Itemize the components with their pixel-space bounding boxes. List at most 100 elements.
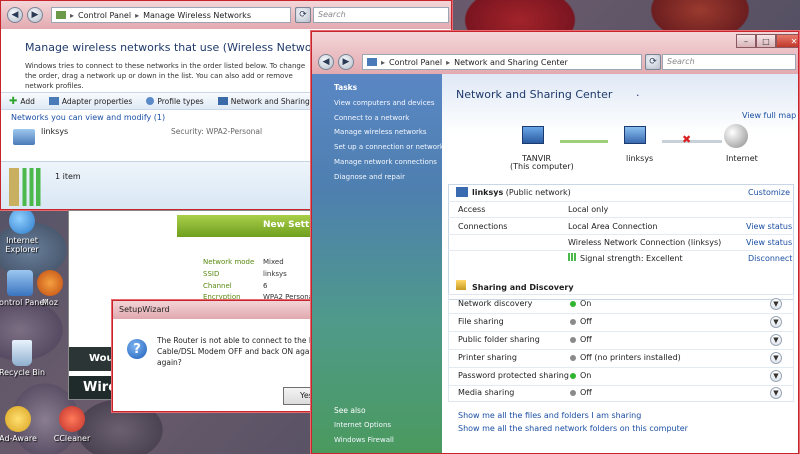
expand-public-folder-button[interactable]: ▼ [770,334,782,346]
view-status-link[interactable]: View status [746,238,792,247]
network-header-name: linksys [472,188,504,197]
disconnect-link[interactable]: Disconnect [748,254,792,263]
status-off-icon [570,354,576,361]
refresh-icon: ⟳ [649,57,657,67]
task-manage-connections[interactable]: Manage network connections [334,158,437,166]
dialog-title: SetupWizard [113,301,315,319]
back-button[interactable]: ◀ [7,7,23,23]
add-button[interactable]: ✚ Add [9,96,35,107]
network-small-icon [456,187,468,197]
dialog-message-line: Cable/DSL Modem OFF and back ON again. D… [157,347,316,356]
router-value: 6 [263,282,268,290]
sharing-label: Public folder sharing [458,335,540,344]
add-label: Add [20,96,35,106]
sharing-header: Sharing and Discovery [472,283,574,292]
chevron-down-icon: ▼ [773,389,779,397]
divider [448,250,794,251]
dialog-message: The Router is not able to connect to the… [157,335,316,368]
status-off-icon [570,389,576,396]
forward-button[interactable]: ▶ [27,7,43,23]
maximize-button[interactable]: □ [756,34,776,48]
divider [448,385,794,386]
refresh-button[interactable]: ⟳ [645,54,661,70]
close-button[interactable]: ✕ [776,34,798,48]
expand-media-sharing-button[interactable]: ▼ [770,387,782,399]
computer-icon [522,126,544,144]
chevron-down-icon: ▼ [773,300,779,308]
expand-network-discovery-button[interactable]: ▼ [770,298,782,310]
back-button[interactable]: ◀ [318,54,334,70]
desktop-icon-recycle-bin[interactable]: Recycle Bin [0,340,50,377]
refresh-icon: ⟳ [299,10,307,20]
ad-aware-icon [5,406,31,432]
refresh-button[interactable]: ⟳ [295,7,311,23]
expand-password-sharing-button[interactable]: ▼ [770,370,782,382]
forward-arrow-icon: ▶ [31,10,39,20]
task-manage-wireless[interactable]: Manage wireless networks [334,128,427,136]
task-view-computers[interactable]: View computers and devices [334,99,435,107]
desktop-icon-moz[interactable]: Moz [30,270,70,307]
see-also-windows-firewall[interactable]: Windows Firewall [334,436,394,444]
page-description: Windows tries to connect to these networ… [25,62,306,90]
desktop-icon-label: Ad-Aware [0,434,37,443]
status-off-icon [570,318,576,325]
show-shared-folders-link[interactable]: Show me all the shared network folders o… [458,424,688,433]
internet-globe-icon [724,124,748,148]
forward-button[interactable]: ▶ [338,54,354,70]
address-bar[interactable]: ▸ Control Panel ▸ Network and Sharing Ce… [362,54,642,70]
view-full-map-link[interactable]: View full map [742,111,796,120]
breadcrumb-network-sharing-center[interactable]: Network and Sharing Center [454,58,568,67]
sharing-label: Printer sharing [458,353,517,362]
window-controls: – □ ✕ [736,34,798,48]
task-connect-network[interactable]: Connect to a network [334,114,409,122]
breadcrumb-separator: ▸ [446,57,451,67]
desktop-icon-label: Recycle Bin [0,368,46,377]
breadcrumb-manage-wireless[interactable]: Manage Wireless Networks [143,11,251,20]
sharing-label: Media sharing [458,388,515,397]
address-bar[interactable]: ▸ Control Panel ▸ Manage Wireless Networ… [51,7,291,23]
task-setup-connection[interactable]: Set up a connection or network [334,143,444,151]
connection-value: Local Area Connection [568,222,658,231]
sharing-label: File sharing [458,317,504,326]
sharing-value: Off [580,388,592,397]
sharing-value: Off (no printers installed) [580,353,681,362]
desktop-icon-internet-explorer[interactable]: Internet Explorer [0,208,50,254]
network-name: linksys [41,127,69,136]
customize-link[interactable]: Customize [748,188,790,197]
setup-wizard-dialog: SetupWizard ? The Router is not able to … [112,300,316,412]
breadcrumb-control-panel[interactable]: Control Panel [389,58,442,67]
desktop-icon-ccleaner[interactable]: CCleaner [44,406,100,443]
search-input[interactable]: Search [313,7,449,23]
signal-strength-value: Signal strength: Excellent [580,254,683,263]
signal-bars-icon [9,168,43,206]
expand-file-sharing-button[interactable]: ▼ [770,316,782,328]
sharing-status: On [570,299,591,308]
view-status-link[interactable]: View status [746,222,792,231]
access-value: Local only [568,205,609,214]
search-input[interactable]: Search [662,54,796,70]
divider [448,367,794,368]
task-diagnose-repair[interactable]: Diagnose and repair [334,173,405,181]
minimize-button[interactable]: – [736,34,756,48]
show-shared-files-link[interactable]: Show me all the files and folders I am s… [458,411,641,420]
profile-types-button[interactable]: Profile types [146,97,204,106]
expand-printer-sharing-button[interactable]: ▼ [770,352,782,364]
question-icon: ? [127,339,147,359]
divider [448,331,794,332]
plus-icon: ✚ [9,95,18,107]
sharing-label: Password protected sharing [458,371,569,380]
divider [448,201,794,202]
see-also-internet-options[interactable]: Internet Options [334,421,391,429]
connection-value: Wireless Network Connection (linksys) [568,238,722,247]
breadcrumb-control-panel[interactable]: Control Panel [78,11,131,20]
network-sharing-center-window: – □ ✕ ◀ ▶ ▸ Control Panel ▸ Network and … [311,31,799,454]
back-arrow-icon: ◀ [322,57,330,67]
wireless-network-icon [13,129,35,145]
router-value: linksys [263,270,287,278]
status-on-icon [570,300,576,307]
chevron-down-icon: ▼ [773,336,779,344]
adapter-properties-button[interactable]: Adapter properties [48,97,132,106]
desktop-icon-ad-aware[interactable]: Ad-Aware [0,406,46,443]
access-label: Access [458,205,486,214]
network-list-item[interactable]: linksys Security: WPA2-Personal [11,125,311,153]
